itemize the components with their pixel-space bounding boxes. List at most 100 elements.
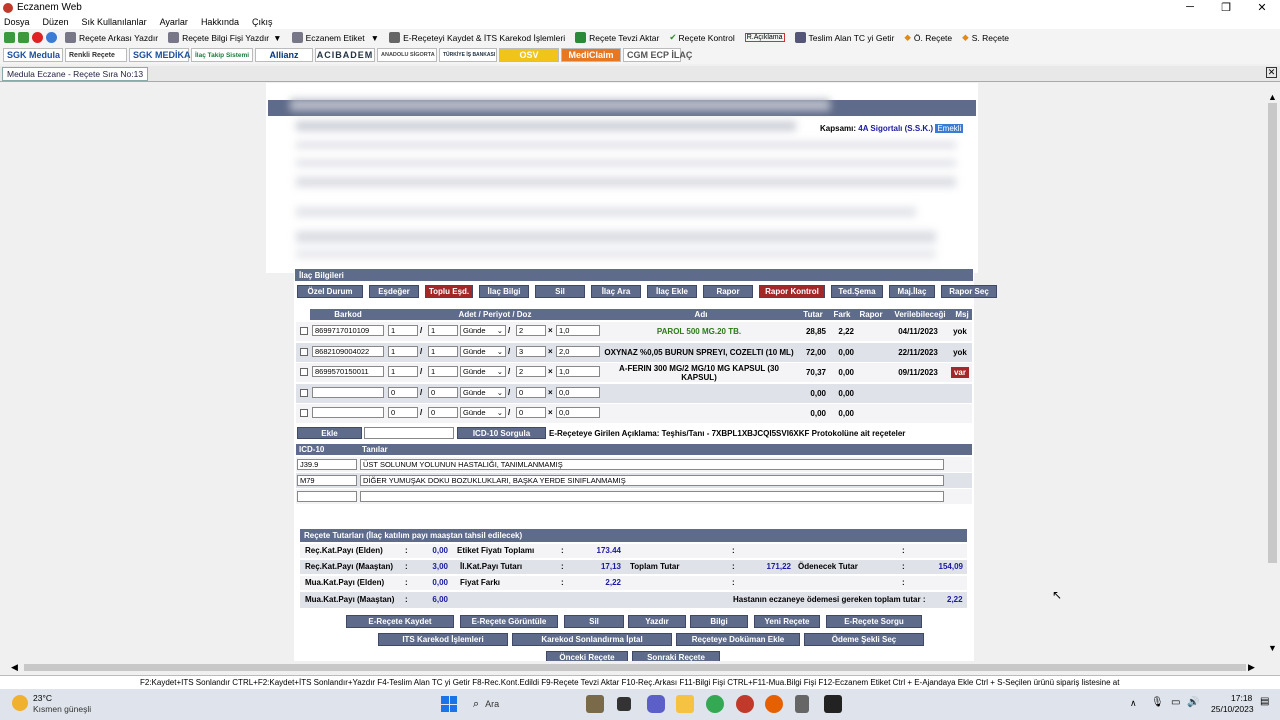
app-icon[interactable] xyxy=(824,695,842,713)
ilac-takip-sistemi-button[interactable]: İlaç Takip Sistemi xyxy=(191,48,253,62)
menu-ayarlar[interactable]: Ayarlar xyxy=(160,17,188,27)
e-recete-kaydet-button[interactable]: E-Reçeteyi Kaydet & İTS Karekod İşlemler… xyxy=(389,32,565,43)
recete-kontrol-button[interactable]: ✔ Reçete Kontrol xyxy=(669,32,734,43)
birim-select[interactable]: Günde ⌄ xyxy=(460,345,506,357)
acibadem-button[interactable]: ACIBADEM xyxy=(315,48,375,62)
adet-input[interactable]: 1 xyxy=(388,366,418,377)
scroll-down-icon[interactable]: ▼ xyxy=(1268,643,1277,653)
row-checkbox[interactable] xyxy=(300,388,308,397)
firefox-icon[interactable] xyxy=(765,695,783,713)
action-row1-4[interactable]: Bilgi xyxy=(690,615,748,628)
doz2-input[interactable]: 0,0 xyxy=(556,407,600,418)
barkod-input[interactable]: 8682109004022 xyxy=(312,345,384,357)
ilac-btn-10[interactable]: Maj.İlaç xyxy=(889,285,935,298)
horizontal-scroll-thumb[interactable] xyxy=(24,664,1246,671)
doz2-input[interactable]: 0,0 xyxy=(556,386,600,398)
doz1-input[interactable]: 0 xyxy=(516,386,546,398)
row-checkbox[interactable] xyxy=(300,347,308,356)
row-checkbox[interactable] xyxy=(300,409,308,417)
ilac-btn-5[interactable]: İlaç Ara xyxy=(591,285,641,298)
menu-cikis[interactable]: Çıkış xyxy=(252,17,273,27)
sgk-medula-button[interactable]: SGK Medula xyxy=(3,48,63,62)
ilac-btn-3[interactable]: İlaç Bilgi xyxy=(479,285,529,298)
recete-arkasi-yazdir-button[interactable]: Reçete Arkası Yazdır xyxy=(65,32,158,43)
ilac-btn-6[interactable]: İlaç Ekle xyxy=(647,285,697,298)
action-row3-1[interactable]: Sonraki Reçete xyxy=(632,651,720,661)
icd-code-input[interactable] xyxy=(297,491,357,502)
birim-select[interactable]: Günde ⌄ xyxy=(460,325,506,336)
scroll-up-icon[interactable]: ▲ xyxy=(1268,92,1277,102)
ilac-btn-1[interactable]: Eşdeğer xyxy=(369,285,419,298)
minimize-button[interactable]: ─ xyxy=(1172,1,1208,14)
osv-button[interactable]: OSV xyxy=(499,48,559,62)
adet-input[interactable]: 0 xyxy=(388,407,418,418)
action-row2-0[interactable]: ITS Karekod İşlemleri xyxy=(378,633,508,646)
ilac-btn-0[interactable]: Özel Durum xyxy=(297,285,363,298)
ilac-btn-8[interactable]: Rapor Kontrol xyxy=(759,285,825,298)
action-row2-2[interactable]: Reçeteye Doküman Ekle xyxy=(676,633,800,646)
maximize-button[interactable]: ❐ xyxy=(1208,1,1244,14)
scroll-left-icon[interactable]: ◀ xyxy=(11,662,18,673)
ekle-input[interactable] xyxy=(364,427,454,439)
network-icon[interactable]: ▭ xyxy=(1171,697,1180,708)
stop-icon[interactable] xyxy=(32,32,43,43)
barkod-input[interactable]: 8699717010109 xyxy=(312,325,384,336)
notification-icon[interactable]: ▤ xyxy=(1260,696,1269,707)
birim-select[interactable]: Günde ⌄ xyxy=(460,366,506,377)
periyot-input[interactable]: 0 xyxy=(428,407,458,418)
mediclaim-button[interactable]: MediClaim xyxy=(561,48,621,62)
chrome-icon[interactable] xyxy=(706,695,724,713)
taskbar-search[interactable]: ⌕ Ara xyxy=(466,694,566,714)
action-row2-3[interactable]: Ödeme Şekli Seç xyxy=(804,633,924,646)
action-row1-5[interactable]: Yeni Reçete xyxy=(754,615,820,628)
anadolu-sigorta-button[interactable]: ANADOLU SİGORTA xyxy=(377,48,437,62)
periyot-input[interactable]: 1 xyxy=(428,366,458,377)
is-bankasi-button[interactable]: TÜRKİYE İŞ BANKASI xyxy=(439,48,497,62)
birim-select[interactable]: Günde ⌄ xyxy=(460,386,506,398)
ilac-btn-7[interactable]: Rapor xyxy=(703,285,753,298)
adet-input[interactable]: 0 xyxy=(388,386,418,398)
back-icon[interactable] xyxy=(4,32,15,43)
cgm-ecp-ilac-button[interactable]: CGM ECP İLAÇ xyxy=(623,48,692,62)
taskbar-app-icon[interactable] xyxy=(586,695,604,713)
refresh-icon[interactable] xyxy=(46,32,57,43)
adet-input[interactable]: 1 xyxy=(388,345,418,357)
ilac-btn-9[interactable]: Ted.Şema xyxy=(831,285,883,298)
periyot-input[interactable]: 1 xyxy=(428,325,458,336)
allianz-button[interactable]: Allianz xyxy=(255,48,313,62)
volume-icon[interactable]: 🔊 xyxy=(1187,697,1199,708)
vertical-scroll-thumb[interactable] xyxy=(1268,103,1277,563)
ilac-btn-4[interactable]: Sil xyxy=(535,285,585,298)
barkod-input[interactable] xyxy=(312,386,384,398)
action-row1-1[interactable]: E-Reçete Görüntüle xyxy=(460,615,558,628)
renkli-recete-button[interactable]: Renkli Reçete xyxy=(65,48,127,62)
menu-duzen[interactable]: Düzen xyxy=(43,17,69,27)
birim-select[interactable]: Günde ⌄ xyxy=(460,407,506,418)
scroll-right-icon[interactable]: ▶ xyxy=(1248,662,1255,673)
doz2-input[interactable]: 2,0 xyxy=(556,345,600,357)
icd-code-input[interactable]: J39.9 xyxy=(297,459,357,470)
row-checkbox[interactable] xyxy=(300,327,308,335)
menu-dosya[interactable]: Dosya xyxy=(4,17,30,27)
menu-sik-kullanilanlar[interactable]: Sık Kullanılanlar xyxy=(82,17,147,27)
tani-input[interactable]: DİĞER YUMUŞAK DOKU BOZUKLUKLARI, BAŞKA Y… xyxy=(360,475,944,486)
tani-input[interactable]: ÜST SOLUNUM YOLUNUN HASTALIĞI, TANIMLANM… xyxy=(360,459,944,470)
close-tab-icon[interactable]: ✕ xyxy=(1266,67,1277,78)
adet-input[interactable]: 1 xyxy=(388,325,418,336)
teslim-alan-tc-button[interactable]: Teslim Alan TC yi Getir xyxy=(794,32,894,43)
microphone-icon[interactable]: 🎙 xyxy=(1151,697,1164,708)
sgk-medikal-button[interactable]: SGK MEDİKAL xyxy=(129,48,196,62)
doz1-input[interactable]: 3 xyxy=(516,345,546,357)
doz1-input[interactable]: 0 xyxy=(516,407,546,418)
barkod-input[interactable] xyxy=(312,407,384,418)
icd-sorgula-button[interactable]: ICD-10 Sorgula xyxy=(457,427,546,439)
ilac-btn-2[interactable]: Toplu Eşd. xyxy=(425,285,473,298)
periyot-input[interactable]: 1 xyxy=(428,345,458,357)
action-row1-2[interactable]: Sil xyxy=(564,615,624,628)
recete-tevzi-aktar-button[interactable]: Reçete Tevzi Aktar xyxy=(575,32,659,43)
icd-code-input[interactable]: M79 xyxy=(297,475,357,486)
task-view-icon[interactable] xyxy=(617,697,631,711)
menu-hakkinda[interactable]: Hakkında xyxy=(201,17,239,27)
action-row1-0[interactable]: E-Reçete Kaydet xyxy=(346,615,454,628)
sonraki-recete-button[interactable]: ◆ S. Reçete xyxy=(962,32,1009,43)
